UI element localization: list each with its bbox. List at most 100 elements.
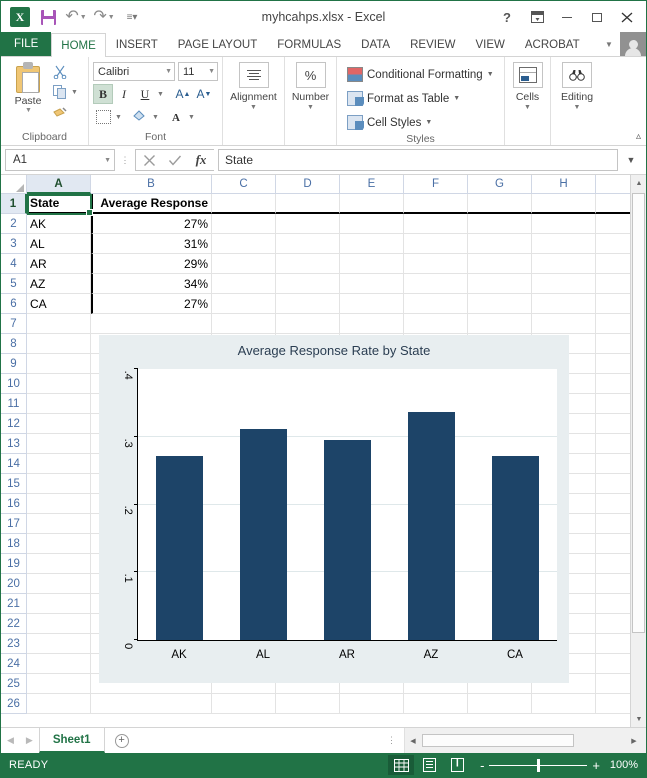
cell-F5[interactable] [404, 274, 468, 294]
cell-G26[interactable] [468, 694, 532, 714]
cell-E5[interactable] [340, 274, 404, 294]
cell-B6[interactable]: 27% [91, 294, 212, 314]
row-header-7[interactable]: 7 [1, 314, 27, 334]
cell-H26[interactable] [532, 694, 596, 714]
enter-icon[interactable] [162, 150, 188, 170]
tab-overflow-chevron-icon[interactable]: ▼ [598, 33, 620, 55]
cell-H3[interactable] [532, 234, 596, 254]
cell-A25[interactable] [27, 674, 91, 694]
row-header-4[interactable]: 4 [1, 254, 27, 274]
paste-button[interactable]: Paste ▼ [5, 60, 51, 114]
cell-H2[interactable] [532, 214, 596, 234]
column-header-g[interactable]: G [468, 175, 532, 194]
normal-view-button[interactable] [388, 755, 415, 775]
cell-G1[interactable] [468, 194, 532, 214]
cell-A10[interactable] [27, 374, 91, 394]
cell-A8[interactable] [27, 334, 91, 354]
cell-B1[interactable]: Average Response [91, 194, 212, 214]
cell-G4[interactable] [468, 254, 532, 274]
format-as-table-chevron-down-icon[interactable]: ▼ [453, 95, 460, 102]
sheet-bar-splitter[interactable]: ⋮ [379, 728, 404, 753]
row-header-10[interactable]: 10 [1, 374, 27, 394]
horizontal-scroll-thumb[interactable] [422, 734, 574, 747]
row-header-18[interactable]: 18 [1, 534, 27, 554]
cell-D3[interactable] [276, 234, 340, 254]
cut-button[interactable] [51, 63, 79, 81]
cell-G7[interactable] [468, 314, 532, 334]
row-header-26[interactable]: 26 [1, 694, 27, 714]
column-header-a[interactable]: A [27, 175, 91, 194]
tab-data[interactable]: DATA [351, 32, 400, 56]
cell-C3[interactable] [212, 234, 276, 254]
tab-review[interactable]: REVIEW [400, 32, 465, 56]
borders-chevron-down-icon[interactable]: ▼ [114, 114, 123, 121]
save-icon[interactable] [35, 5, 61, 29]
alignment-chevron-down-icon[interactable]: ▼ [250, 104, 257, 111]
chart-bar-CA[interactable] [491, 455, 539, 640]
cell-B26[interactable] [91, 694, 212, 714]
underline-button[interactable]: U [135, 84, 155, 104]
cell-E3[interactable] [340, 234, 404, 254]
borders-button[interactable] [93, 107, 113, 127]
formula-input[interactable]: State [218, 149, 618, 171]
row-header-25[interactable]: 25 [1, 674, 27, 694]
fill-color-button[interactable] [130, 107, 150, 127]
row-header-1[interactable]: 1 [1, 194, 27, 214]
font-size-combobox[interactable]: 11 ▼ [178, 62, 218, 81]
cell-G3[interactable] [468, 234, 532, 254]
row-header-24[interactable]: 24 [1, 654, 27, 674]
cell-B3[interactable]: 31% [91, 234, 212, 254]
cell-A11[interactable] [27, 394, 91, 414]
cell-A2[interactable]: AK [27, 214, 91, 234]
cell-H4[interactable] [532, 254, 596, 274]
cell-A19[interactable] [27, 554, 91, 574]
cell-A7[interactable] [27, 314, 91, 334]
cell-A13[interactable] [27, 434, 91, 454]
cell-D1[interactable] [276, 194, 340, 214]
cell-A14[interactable] [27, 454, 91, 474]
tab-file[interactable]: FILE [1, 32, 52, 56]
help-icon[interactable]: ? [492, 4, 522, 30]
cell-F6[interactable] [404, 294, 468, 314]
tab-formulas[interactable]: FORMULAS [267, 32, 351, 56]
italic-button[interactable]: I [114, 84, 134, 104]
chart-bar-AL[interactable] [240, 428, 288, 640]
font-color-chevron-down-icon[interactable]: ▼ [187, 114, 196, 121]
cell-A3[interactable]: AL [27, 234, 91, 254]
row-header-5[interactable]: 5 [1, 274, 27, 294]
cell-F26[interactable] [404, 694, 468, 714]
cell-C7[interactable] [212, 314, 276, 334]
minimize-icon[interactable] [552, 4, 582, 30]
cell-B5[interactable]: 34% [91, 274, 212, 294]
cell-D7[interactable] [276, 314, 340, 334]
column-header-c[interactable]: C [212, 175, 276, 194]
cell-F3[interactable] [404, 234, 468, 254]
insert-function-icon[interactable]: fx [188, 150, 214, 170]
cell-C1[interactable] [212, 194, 276, 214]
row-header-20[interactable]: 20 [1, 574, 27, 594]
previous-sheet-icon[interactable]: ◀ [7, 735, 14, 746]
row-header-8[interactable]: 8 [1, 334, 27, 354]
row-header-21[interactable]: 21 [1, 594, 27, 614]
row-header-9[interactable]: 9 [1, 354, 27, 374]
cell-E7[interactable] [340, 314, 404, 334]
column-header-b[interactable]: B [91, 175, 212, 194]
row-header-6[interactable]: 6 [1, 294, 27, 314]
cell-A26[interactable] [27, 694, 91, 714]
cell-E1[interactable] [340, 194, 404, 214]
cell-A18[interactable] [27, 534, 91, 554]
column-header-e[interactable]: E [340, 175, 404, 194]
tab-page-layout[interactable]: PAGE LAYOUT [168, 32, 267, 56]
cell-D26[interactable] [276, 694, 340, 714]
cell-F1[interactable] [404, 194, 468, 214]
scroll-right-icon[interactable]: ▶ [626, 733, 642, 749]
name-box[interactable]: A1 ▼ [5, 149, 115, 171]
cell-styles-chevron-down-icon[interactable]: ▼ [425, 119, 432, 126]
next-sheet-icon[interactable]: ▶ [26, 735, 33, 746]
cell-A4[interactable]: AR [27, 254, 91, 274]
expand-formula-bar-icon[interactable]: ▼ [622, 155, 640, 165]
editing-button[interactable]: Editing ▼ [555, 60, 599, 111]
page-layout-view-button[interactable] [416, 755, 442, 775]
scroll-up-icon[interactable]: ▲ [631, 175, 646, 191]
cell-F4[interactable] [404, 254, 468, 274]
